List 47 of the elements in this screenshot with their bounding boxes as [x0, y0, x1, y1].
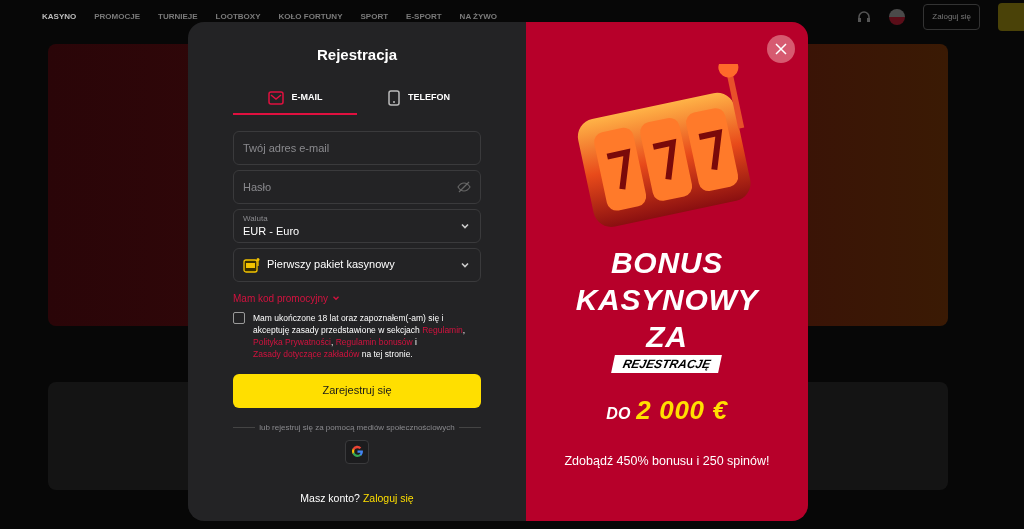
- promo-headline: KASYNOWY: [575, 282, 759, 318]
- email-field[interactable]: Twój adres e-mail: [233, 130, 481, 165]
- promo-tag: REJESTRACJĘ: [611, 355, 723, 373]
- promo-subtitle: Zdobądź 450% bonusu i 250 spinów!: [564, 453, 770, 470]
- password-field[interactable]: Hasło: [233, 169, 481, 204]
- dialog-title: Rejestracja: [316, 45, 398, 65]
- package-select[interactable]: Pierwszy pakiet kasynowy: [233, 247, 481, 282]
- flag-icon[interactable]: [889, 9, 906, 25]
- close-icon: [775, 43, 787, 55]
- nav-link[interactable]: E-SPORT: [406, 11, 442, 23]
- register-submit-button[interactable]: Zarejestruj się: [233, 373, 481, 408]
- terms-link[interactable]: Regulamin: [422, 324, 463, 335]
- currency-select[interactable]: Waluta EUR - Euro: [233, 208, 481, 243]
- nav-link[interactable]: TURNIEJE: [158, 11, 198, 23]
- nav-link[interactable]: KASYNO: [42, 11, 77, 23]
- terms-link[interactable]: Regulamin bonusów: [335, 336, 413, 347]
- nav-link[interactable]: NA ŻYWO: [459, 11, 498, 23]
- login-link[interactable]: Zaloguj się: [362, 490, 414, 507]
- envelope-icon: [267, 90, 284, 105]
- social-label: lub rejestruj się za pomocą mediów społecznościowych: [259, 421, 455, 434]
- currency-value: EUR - Euro: [243, 225, 301, 237]
- headset-icon[interactable]: [857, 10, 872, 24]
- nav-link[interactable]: KOŁO FORTUNY: [278, 11, 343, 23]
- terms-link[interactable]: Polityka Prywatności: [253, 336, 331, 347]
- account-question: Masz konto?: [300, 490, 360, 506]
- tab[interactable]: E-MAIL: [233, 82, 357, 115]
- promo-headline: ZA: [646, 319, 688, 355]
- google-button[interactable]: [345, 439, 369, 464]
- eye-off-icon[interactable]: [457, 180, 471, 193]
- consent-checkbox[interactable]: [233, 311, 245, 324]
- promo-code-toggle[interactable]: Mam kod promocyjny: [233, 290, 342, 306]
- phone-icon: [388, 89, 400, 106]
- nav-link[interactable]: SPORT: [360, 11, 389, 23]
- terms-link[interactable]: Zasady dotyczące zakładów: [253, 348, 360, 359]
- promo-headline: BONUS: [610, 245, 724, 281]
- nav-link[interactable]: LOOTBOXY: [215, 11, 261, 23]
- login-button[interactable]: Zaloguj się: [923, 4, 980, 30]
- currency-label: Waluta: [243, 214, 269, 223]
- slot-machine-icon: [243, 256, 261, 273]
- tab[interactable]: TELEFON: [357, 82, 481, 115]
- package-value: Pierwszy pakiet kasynowy: [267, 257, 396, 273]
- promo-amount: 2 000 €: [636, 394, 728, 427]
- consent-text: Mam ukończone 18 lat oraz zapoznałem(-am) się i akceptuję zasady przedstawione w sekcjach Regulamin, Polityka Prywatności, Regulamin bonusów i Zasady dotyczące zakładów na tej stronie.: [253, 311, 467, 360]
- nav-link[interactable]: PROMOCJE: [94, 11, 141, 23]
- close-button[interactable]: [767, 35, 795, 63]
- google-icon: [350, 445, 364, 458]
- promo-prefix: DO: [606, 404, 631, 424]
